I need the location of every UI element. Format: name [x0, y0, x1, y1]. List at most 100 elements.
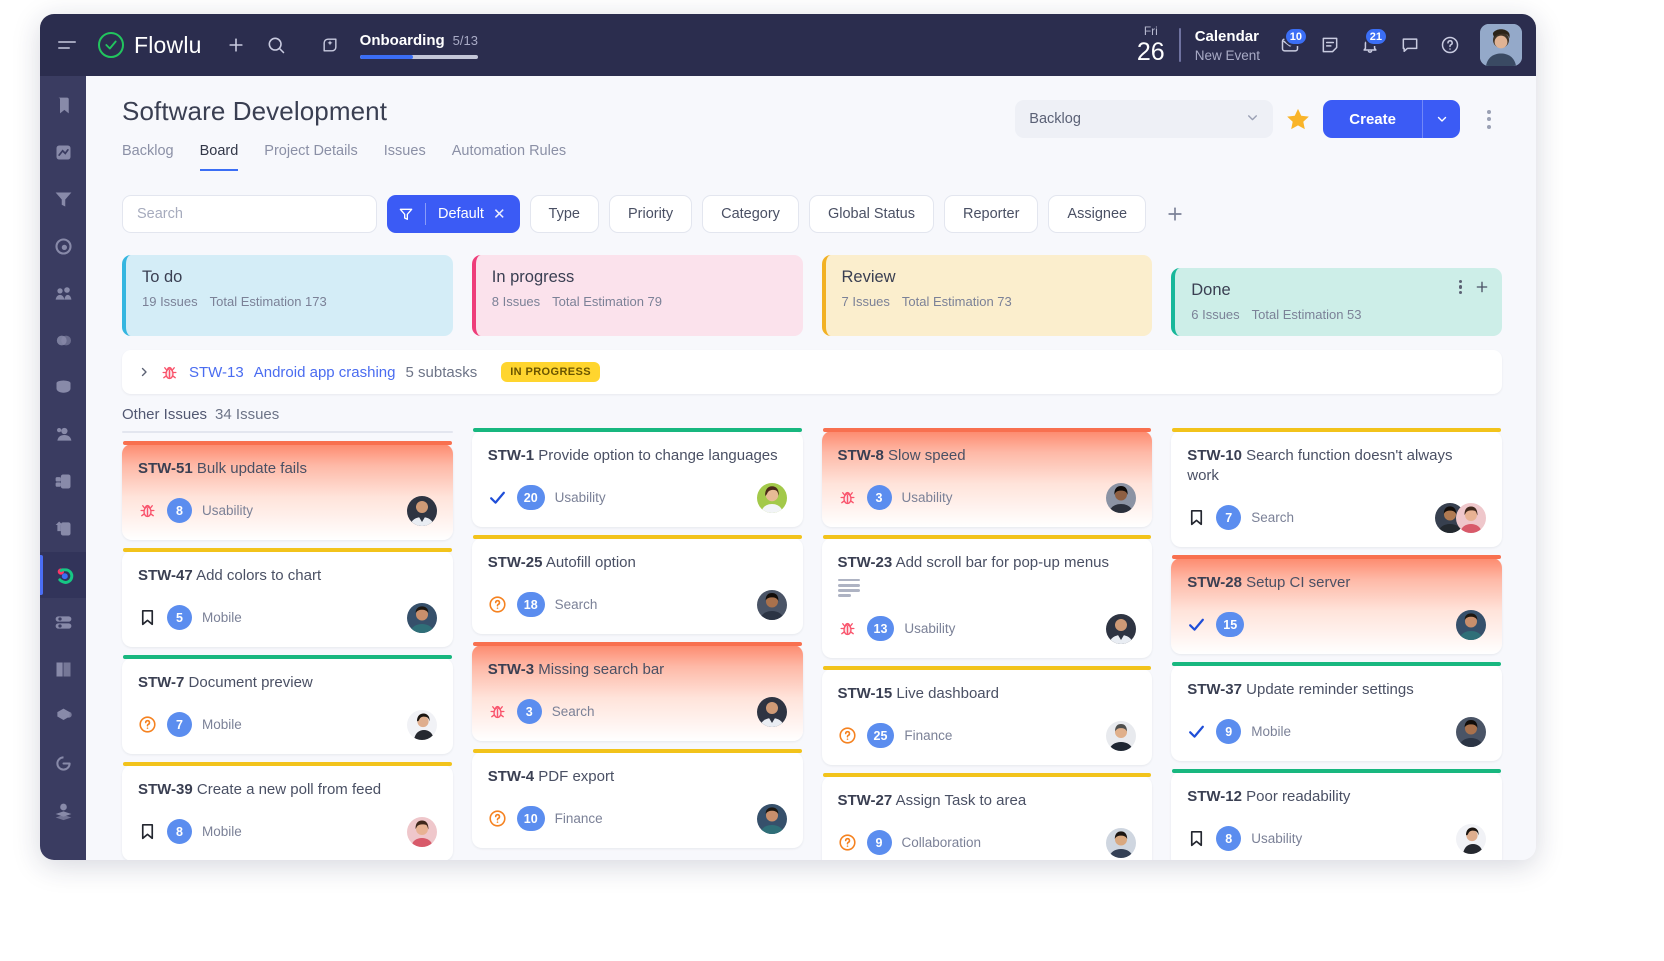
- assignee-avatar[interactable]: [1106, 720, 1137, 751]
- assignee-avatar[interactable]: [406, 602, 437, 633]
- sidebar-item-knowledge[interactable]: [40, 646, 86, 692]
- assignee-avatar[interactable]: [1106, 827, 1137, 858]
- issue-title: Poor readability: [1246, 787, 1351, 805]
- assignee-avatar[interactable]: [406, 816, 437, 847]
- filter-chip-reporter[interactable]: Reporter: [944, 195, 1039, 233]
- filter-chip-category[interactable]: Category: [702, 195, 799, 233]
- search-icon[interactable]: [256, 25, 296, 65]
- issue-card[interactable]: STW-51 Bulk update fails 8 Usability: [122, 441, 453, 540]
- search-input[interactable]: [122, 195, 377, 233]
- issue-key: STW-28: [1187, 573, 1242, 591]
- sidebar-item-finance[interactable]: [40, 364, 86, 410]
- filter-chip-type[interactable]: Type: [529, 195, 599, 233]
- assignee-avatar[interactable]: [756, 482, 787, 513]
- tab-project-details[interactable]: Project Details: [264, 143, 357, 171]
- assignee-avatar[interactable]: [406, 495, 437, 526]
- issue-card[interactable]: STW-8 Slow speed 3 Usability: [821, 428, 1153, 527]
- epic-key[interactable]: STW-13: [189, 364, 244, 381]
- issue-card[interactable]: STW-39 Create a new poll from feed 8 Mob…: [122, 761, 453, 860]
- assignee-avatar[interactable]: [1106, 482, 1137, 513]
- menu-toggle-icon[interactable]: [58, 41, 84, 49]
- column-header-todo[interactable]: To do 19 Issues Total Estimation 173: [122, 255, 453, 336]
- assignee-avatar[interactable]: [1456, 716, 1486, 747]
- sidebar-item-feed[interactable]: [40, 129, 86, 175]
- filter-default-chip[interactable]: Default ✕: [387, 195, 520, 233]
- assignee-avatar[interactable]: [1456, 823, 1486, 854]
- assignee-avatar-group[interactable]: [1435, 502, 1486, 533]
- plus-icon[interactable]: [216, 25, 256, 65]
- tab-automation-rules[interactable]: Automation Rules: [452, 143, 566, 171]
- create-dropdown-caret-icon[interactable]: [1422, 100, 1460, 138]
- filter-chip-priority[interactable]: Priority: [608, 195, 693, 233]
- sidebar-item-favorites[interactable]: [40, 82, 86, 128]
- issue-card[interactable]: STW-1 Provide option to change languages…: [471, 428, 803, 527]
- epic-title[interactable]: Android app crashing: [254, 364, 396, 381]
- bell-icon[interactable]: 21: [1350, 25, 1390, 65]
- favorite-star-icon[interactable]: [1285, 106, 1311, 132]
- sidebar-item-contacts[interactable]: [40, 270, 86, 316]
- assignee-avatar[interactable]: [406, 709, 437, 740]
- help-icon[interactable]: [1430, 25, 1470, 65]
- issue-title: Assign Task to area: [895, 791, 1027, 809]
- sidebar-item-mail[interactable]: [40, 787, 86, 833]
- filter-remove-icon[interactable]: ✕: [493, 205, 506, 223]
- column-header-review[interactable]: Review 7 Issues Total Estimation 73: [821, 255, 1153, 336]
- sidebar-item-projects[interactable]: [40, 552, 86, 598]
- sidebar-item-deals[interactable]: [40, 317, 86, 363]
- assignee-avatar[interactable]: [756, 696, 787, 727]
- assignee-avatar[interactable]: [756, 803, 787, 834]
- issue-card[interactable]: STW-23 Add scroll bar for pop-up menus 1…: [821, 534, 1153, 658]
- issue-category: Mobile: [202, 717, 242, 733]
- issue-card[interactable]: STW-12 Poor readability 8 Usability: [1171, 768, 1502, 860]
- column-header-done[interactable]: Done 6 Issues Total Estimation 53: [1171, 268, 1502, 336]
- issue-card[interactable]: STW-4 PDF export 10 Finance: [471, 748, 803, 848]
- sidebar-item-inventory[interactable]: [40, 693, 86, 739]
- create-button[interactable]: Create: [1323, 100, 1422, 138]
- sidebar-item-crm[interactable]: [40, 176, 86, 222]
- add-filter-icon[interactable]: [1160, 199, 1190, 229]
- issue-card[interactable]: STW-28 Setup CI server 15: [1171, 554, 1502, 654]
- onboarding-progress[interactable]: Onboarding 5/13: [359, 32, 478, 59]
- mail-icon[interactable]: 10: [1270, 25, 1310, 65]
- issue-card[interactable]: STW-10 Search function doesn't always wo…: [1171, 428, 1502, 547]
- calendar-widget[interactable]: Calendar New Event: [1195, 28, 1260, 63]
- issue-card[interactable]: STW-15 Live dashboard 25 Finance: [821, 665, 1153, 765]
- column-add-issue-icon[interactable]: [1474, 279, 1490, 295]
- issue-card[interactable]: STW-25 Autofill option 18 Search: [471, 534, 803, 634]
- sidebar-item-agile[interactable]: [40, 223, 86, 269]
- column-header-in-progress[interactable]: In progress 8 Issues Total Estimation 79: [471, 255, 803, 336]
- date-widget[interactable]: Fri 26: [1137, 25, 1165, 65]
- brand-logo[interactable]: Flowlu: [98, 32, 202, 59]
- filter-chip-assignee[interactable]: Assignee: [1048, 195, 1147, 233]
- column-more-menu-icon[interactable]: [1458, 279, 1462, 295]
- sidebar-item-toggles[interactable]: [40, 599, 86, 645]
- issue-card[interactable]: STW-27 Assign Task to area 9 Collaborati…: [821, 772, 1153, 860]
- issue-card[interactable]: STW-37 Update reminder settings 9 Mobile: [1171, 661, 1502, 761]
- chat-icon[interactable]: [1390, 25, 1430, 65]
- chevron-down-icon: [1246, 111, 1259, 128]
- notes-icon[interactable]: [1310, 25, 1350, 65]
- assignee-avatar[interactable]: [1106, 613, 1137, 644]
- assignee-avatar[interactable]: [1456, 609, 1486, 640]
- avatar[interactable]: [1480, 24, 1522, 66]
- ai-spark-icon[interactable]: [310, 25, 350, 65]
- issue-card[interactable]: STW-7 Document preview 7 Mobile: [122, 654, 453, 754]
- view-select[interactable]: Backlog: [1015, 100, 1274, 138]
- bookmark-icon: [138, 822, 157, 841]
- page-more-menu-icon[interactable]: [1476, 109, 1502, 129]
- issue-estimation: 8: [167, 498, 192, 524]
- issue-card[interactable]: STW-3 Missing search bar 3 Search: [471, 641, 803, 741]
- issue-card[interactable]: STW-47 Add colors to chart 5 Mobile: [122, 547, 453, 647]
- filter-chip-global-status[interactable]: Global Status: [808, 195, 934, 233]
- sidebar-item-upload[interactable]: [40, 505, 86, 551]
- sidebar-item-cards[interactable]: [40, 458, 86, 504]
- sidebar-item-timer[interactable]: [40, 740, 86, 786]
- assignee-avatar[interactable]: [1456, 502, 1486, 533]
- assignee-avatar[interactable]: [756, 589, 787, 620]
- chevron-right-icon[interactable]: [138, 366, 150, 378]
- tab-backlog[interactable]: Backlog: [122, 143, 174, 171]
- sidebar-item-team[interactable]: [40, 411, 86, 457]
- epic-row[interactable]: STW-13 Android app crashing 5 subtasks I…: [122, 350, 1502, 394]
- tab-board[interactable]: Board: [199, 143, 239, 171]
- tab-issues[interactable]: Issues: [384, 143, 426, 171]
